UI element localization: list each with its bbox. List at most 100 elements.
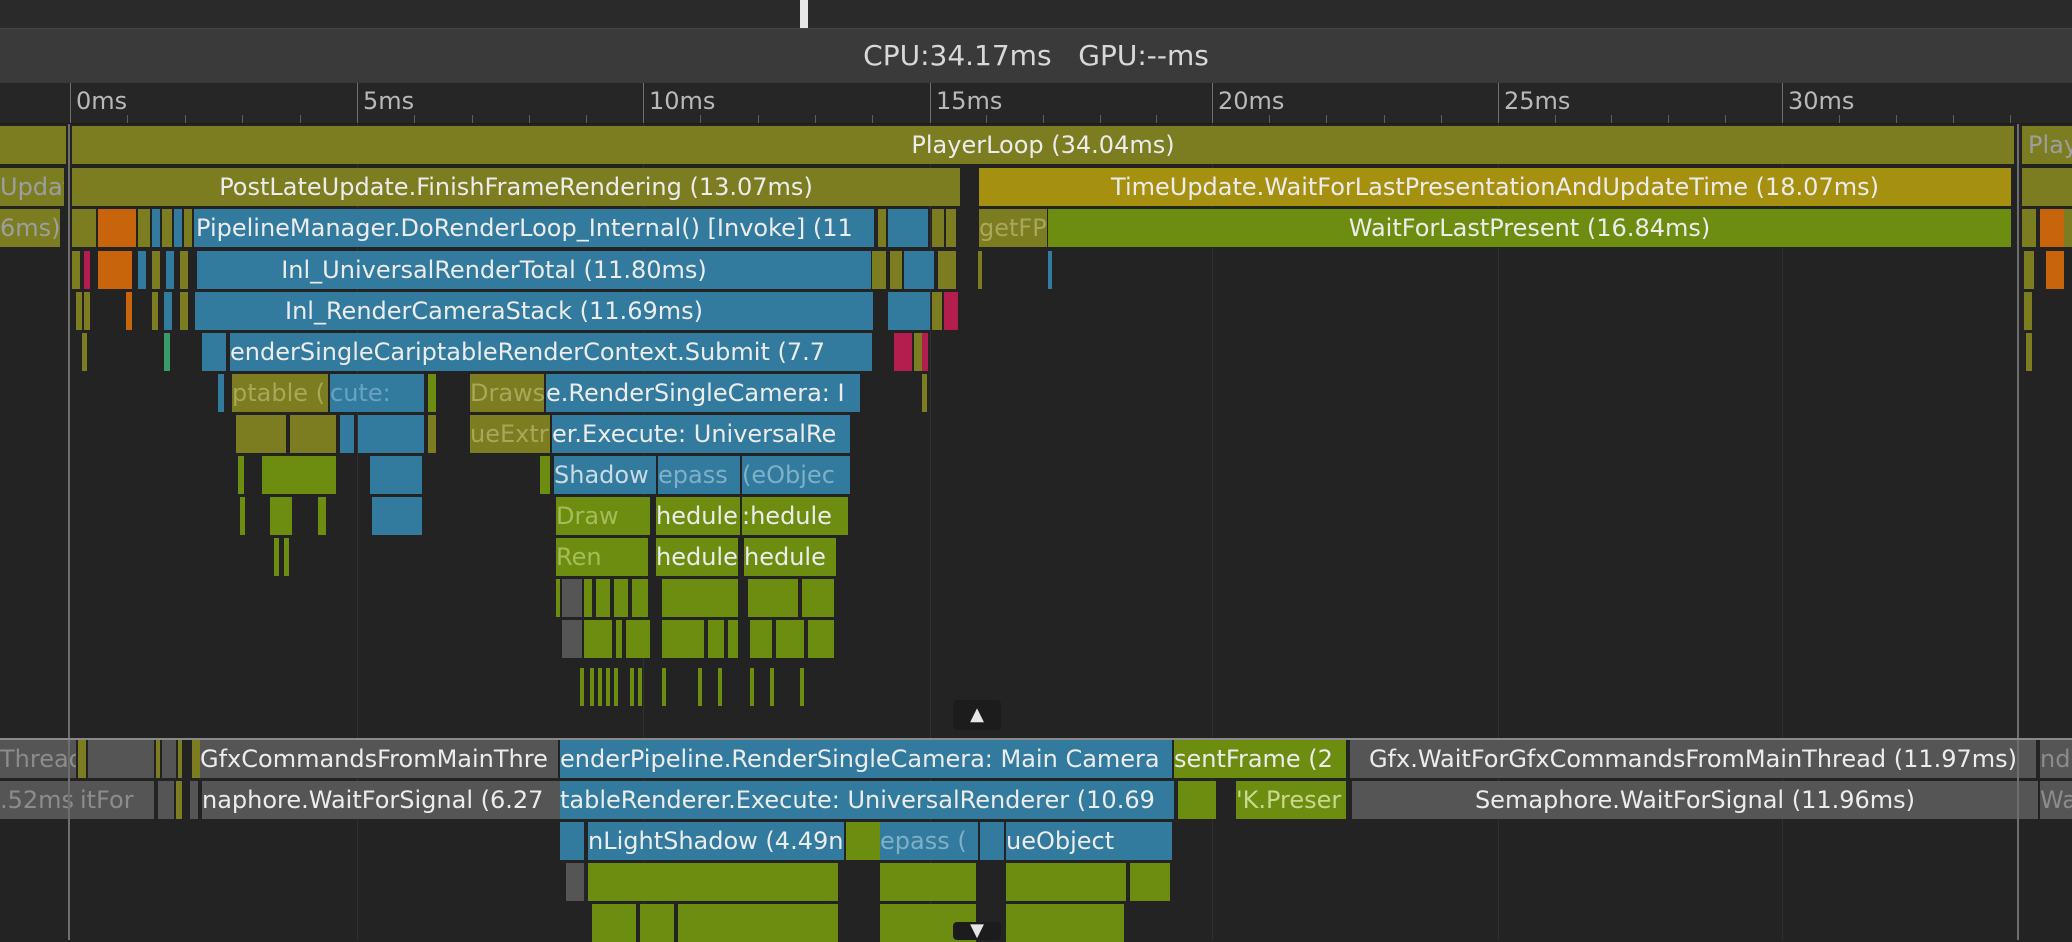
semaphore-wait-block[interactable]: Semaphore.WaitForSignal (11.96ms) <box>1352 781 2038 819</box>
small-sample[interactable] <box>98 209 136 247</box>
gfx-commands-block[interactable]: GfxCommandsFromMainThre <box>200 740 558 778</box>
renderer-execute-block[interactable]: tableRenderer.Execute: UniversalRenderer… <box>560 781 1174 819</box>
small-sample[interactable] <box>800 668 804 706</box>
small-sample[interactable] <box>592 904 636 942</box>
wait-for-last-present-block[interactable]: WaitForLastPresent (16.84ms) <box>1048 209 2011 247</box>
small-sample[interactable] <box>748 579 798 617</box>
small-sample[interactable] <box>562 620 582 658</box>
small-sample[interactable] <box>428 374 436 412</box>
get-fps-block[interactable]: getFPS <box>979 209 1047 247</box>
next-gfx-block[interactable]: nd <box>2040 740 2072 778</box>
render-single-camera-block[interactable]: enderPipeline.RenderSingleCamera: Main C… <box>560 740 1172 778</box>
small-sample[interactable] <box>98 251 132 289</box>
schedule-sample[interactable]: :hedule <box>742 497 848 535</box>
small-sample[interactable] <box>88 740 154 778</box>
small-sample[interactable] <box>922 333 928 371</box>
small-sample[interactable] <box>580 668 584 706</box>
small-sample[interactable] <box>640 904 674 942</box>
small-sample[interactable] <box>2024 292 2032 330</box>
previous-duration-block[interactable]: 6ms) <box>0 209 60 247</box>
small-sample[interactable] <box>776 620 804 658</box>
small-sample[interactable] <box>84 251 90 289</box>
small-sample[interactable] <box>946 209 956 247</box>
render-thread-area[interactable]: ThreadsFro GfxCommandsFromMainThre ender… <box>0 740 2072 942</box>
small-sample[interactable] <box>236 415 286 453</box>
small-sample[interactable] <box>560 822 584 860</box>
small-sample[interactable] <box>978 251 982 289</box>
small-sample[interactable] <box>1048 251 1052 289</box>
small-sample[interactable] <box>872 251 886 289</box>
render-camera-stack-block[interactable]: Inl_RenderCameraStack (11.69ms) <box>195 292 873 330</box>
small-sample[interactable] <box>184 209 192 247</box>
small-sample[interactable] <box>606 668 610 706</box>
small-sample[interactable] <box>274 538 279 576</box>
small-sample[interactable] <box>614 668 618 706</box>
small-sample[interactable] <box>1178 781 1216 819</box>
small-sample[interactable] <box>318 497 326 535</box>
small-sample[interactable] <box>152 209 160 247</box>
small-sample[interactable] <box>846 822 880 860</box>
previous-update-block[interactable]: Update <box>0 168 64 206</box>
small-sample[interactable] <box>584 579 592 617</box>
small-sample[interactable] <box>590 668 594 706</box>
small-sample[interactable] <box>980 822 1004 860</box>
wait-for-gfx-block[interactable]: Gfx.WaitForGfxCommandsFromMainThread (11… <box>1350 740 2036 778</box>
que-object-sample[interactable]: (eObjec <box>742 456 850 494</box>
small-sample[interactable] <box>904 251 934 289</box>
small-sample[interactable] <box>678 904 838 942</box>
small-sample[interactable] <box>932 292 942 330</box>
small-sample[interactable] <box>914 333 922 371</box>
small-sample[interactable] <box>750 668 754 706</box>
execute-sample[interactable]: cute: <box>330 374 424 412</box>
small-sample[interactable] <box>1006 863 1126 901</box>
small-sample[interactable] <box>340 415 354 453</box>
small-sample[interactable] <box>372 497 422 535</box>
small-sample[interactable] <box>190 781 198 819</box>
small-sample[interactable] <box>802 579 834 617</box>
small-sample[interactable] <box>540 456 550 494</box>
universal-render-total-block[interactable]: Inl_UniversalRenderTotal (11.80ms) <box>197 251 871 289</box>
small-sample[interactable] <box>698 668 702 706</box>
present-frame-block[interactable]: sentFrame (2 <box>1174 740 1346 778</box>
small-sample[interactable] <box>2040 209 2064 247</box>
small-sample[interactable] <box>156 740 160 778</box>
small-sample[interactable] <box>626 620 650 658</box>
time-update-block[interactable]: TimeUpdate.WaitForLastPresentationAndUpd… <box>979 168 2011 206</box>
small-sample[interactable] <box>596 579 610 617</box>
small-sample[interactable] <box>262 456 336 494</box>
render-single-camera-sample[interactable]: e.RenderSingleCamera: I <box>546 374 860 412</box>
small-sample[interactable] <box>152 292 158 330</box>
small-sample[interactable] <box>2026 333 2032 371</box>
small-sample[interactable] <box>152 251 160 289</box>
small-sample[interactable] <box>240 497 245 535</box>
small-sample[interactable] <box>218 374 224 412</box>
small-sample[interactable] <box>588 863 838 901</box>
small-sample[interactable] <box>922 374 927 412</box>
small-sample[interactable] <box>126 292 132 330</box>
small-sample[interactable] <box>662 620 704 658</box>
small-sample[interactable] <box>598 668 602 706</box>
small-sample[interactable] <box>718 668 722 706</box>
small-sample[interactable] <box>358 415 424 453</box>
pipeline-manager-block[interactable]: PipelineManager.DoRenderLoop_Internal() … <box>194 209 874 247</box>
small-sample[interactable] <box>770 668 774 706</box>
schedule-sample[interactable]: hedule <box>744 538 836 576</box>
gfx-present-block[interactable]: 'K.Preser <box>1236 781 1346 819</box>
threads-from-block[interactable]: ThreadsFro <box>0 740 76 778</box>
next-wait-block[interactable]: Wa <box>2040 781 2072 819</box>
small-sample[interactable] <box>158 781 174 819</box>
small-sample[interactable] <box>888 292 930 330</box>
small-sample[interactable] <box>72 251 80 289</box>
frame-playhead[interactable] <box>800 0 808 28</box>
small-sample[interactable] <box>888 209 928 247</box>
small-sample[interactable] <box>632 579 648 617</box>
small-sample[interactable] <box>166 251 174 289</box>
small-sample[interactable] <box>614 579 628 617</box>
small-sample[interactable] <box>180 251 188 289</box>
small-sample[interactable] <box>138 209 150 247</box>
small-sample[interactable] <box>932 209 944 247</box>
scriptable-sample[interactable]: ptable ( <box>232 374 328 412</box>
queue-extract-sample[interactable]: ueExtr <box>470 415 550 453</box>
small-sample[interactable] <box>2064 209 2072 247</box>
small-sample[interactable] <box>562 579 582 617</box>
